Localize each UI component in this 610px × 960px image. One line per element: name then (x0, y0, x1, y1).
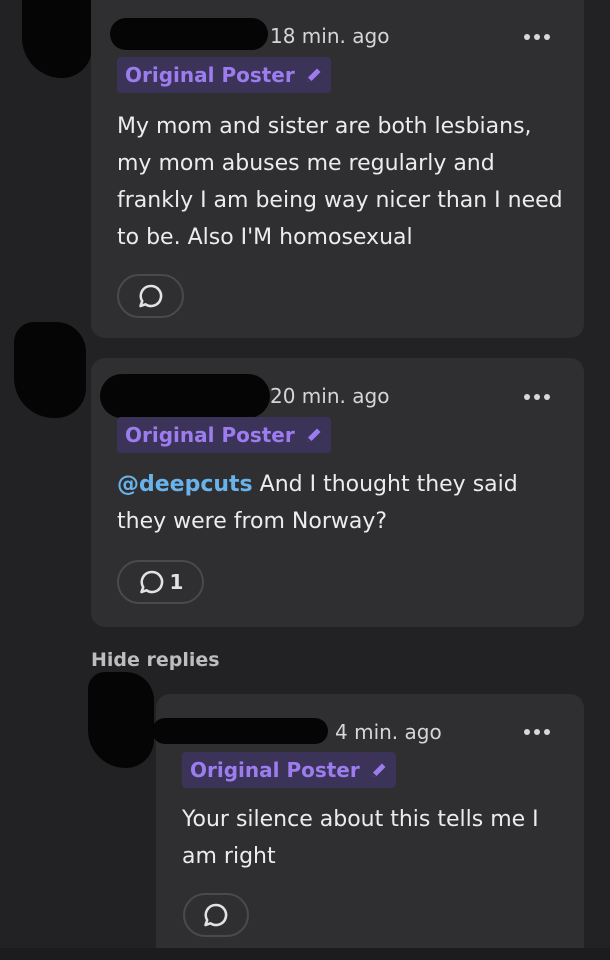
original-poster-badge: Original Poster (182, 752, 396, 788)
comment-timestamp: 18 min. ago (270, 24, 390, 48)
pencil-icon (306, 68, 321, 82)
redacted-username (100, 374, 270, 418)
reply-button[interactable] (183, 893, 249, 937)
more-options-button[interactable] (524, 729, 550, 735)
hide-replies-button[interactable]: Hide replies (91, 649, 220, 671)
speech-bubble-icon (204, 903, 228, 927)
reply-count: 1 (169, 570, 184, 594)
redacted-username (152, 718, 328, 744)
speech-bubble-icon (139, 570, 163, 594)
comment-body: @deepcuts And I thought they said they w… (117, 466, 567, 540)
comment-timestamp: 4 min. ago (335, 720, 442, 744)
reply-button[interactable]: 1 (117, 560, 204, 604)
comment-timestamp: 20 min. ago (270, 384, 390, 408)
more-horizontal-icon (524, 394, 530, 400)
reply-button[interactable] (117, 274, 184, 318)
user-mention-link[interactable]: @deepcuts (117, 472, 253, 497)
pencil-icon (306, 428, 321, 442)
badge-label: Original Poster (125, 63, 295, 87)
more-options-button[interactable] (524, 34, 550, 40)
bottom-divider (0, 948, 610, 960)
badge-label: Original Poster (190, 758, 360, 782)
original-poster-badge: Original Poster (117, 417, 331, 453)
pencil-icon (371, 763, 386, 777)
more-horizontal-icon (524, 34, 530, 40)
speech-bubble-icon (138, 284, 162, 308)
more-options-button[interactable] (524, 394, 550, 400)
comments-thread: 18 min. ago Original Poster My mom and s… (0, 0, 610, 960)
redacted-avatar (14, 322, 86, 418)
redacted-avatar (22, 0, 92, 78)
original-poster-badge: Original Poster (117, 57, 331, 93)
badge-label: Original Poster (125, 423, 295, 447)
redacted-avatar (88, 672, 154, 768)
comment-body: Your silence about this tells me I am ri… (182, 807, 539, 869)
comment-body: My mom and sister are both lesbians, my … (117, 114, 563, 250)
redacted-username (110, 18, 268, 50)
more-horizontal-icon (524, 729, 530, 735)
